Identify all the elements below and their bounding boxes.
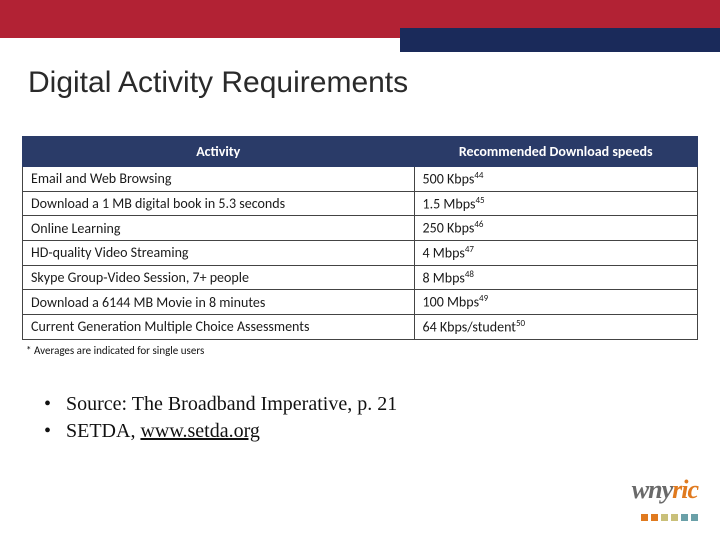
col-activity: Activity (23, 137, 415, 167)
cell-speed: 1.5 Mbps45 (414, 191, 698, 216)
cell-activity: HD-quality Video Streaming (23, 240, 415, 265)
cell-activity: Download a 6144 MB Movie in 8 minutes (23, 290, 415, 315)
table-row: Skype Group-Video Session, 7+ people8 Mb… (23, 265, 698, 290)
header-bar (0, 0, 720, 38)
cell-speed: 500 Kbps44 (414, 167, 698, 192)
cell-speed: 8 Mbps48 (414, 265, 698, 290)
source-text: Source: The Broadband Imperative, p. 21 (66, 393, 397, 415)
table-row: Current Generation Multiple Choice Asses… (23, 314, 698, 339)
table-footnote: * Averages are indicated for single user… (26, 344, 698, 357)
org-label: SETDA, (66, 420, 140, 442)
slide-title: Digital Activity Requirements (28, 66, 720, 100)
wnyric-logo: wnyric (632, 475, 698, 526)
table-row: Email and Web Browsing500 Kbps44 (23, 167, 698, 192)
logo-dot (681, 514, 688, 521)
cell-activity: Skype Group-Video Session, 7+ people (23, 265, 415, 290)
logo-dot (651, 514, 658, 521)
footnote-ref: 49 (479, 293, 488, 304)
cell-speed: 100 Mbps49 (414, 290, 698, 315)
footnote-ref: 50 (516, 318, 525, 329)
cell-activity: Online Learning (23, 216, 415, 241)
source-line: Source: The Broadband Imperative, p. 21 (44, 391, 720, 418)
table-row: Download a 1 MB digital book in 5.3 seco… (23, 191, 698, 216)
cell-activity: Current Generation Multiple Choice Asses… (23, 314, 415, 339)
org-link[interactable]: www.setda.org (140, 420, 259, 442)
source-list: Source: The Broadband Imperative, p. 21 … (44, 391, 720, 445)
cell-speed: 4 Mbps47 (414, 240, 698, 265)
logo-dots (632, 507, 698, 526)
cell-speed: 250 Kbps46 (414, 216, 698, 241)
table-row: Online Learning250 Kbps46 (23, 216, 698, 241)
table-row: Download a 6144 MB Movie in 8 minutes100… (23, 290, 698, 315)
requirements-table: Activity Recommended Download speeds Ema… (22, 136, 698, 357)
footnote-ref: 44 (474, 170, 483, 181)
logo-dot (661, 514, 668, 521)
cell-activity: Download a 1 MB digital book in 5.3 seco… (23, 191, 415, 216)
logo-text: wnyric (632, 475, 698, 505)
logo-dot (671, 514, 678, 521)
table-row: HD-quality Video Streaming4 Mbps47 (23, 240, 698, 265)
header-accent (400, 28, 720, 52)
footnote-ref: 46 (474, 219, 483, 230)
logo-dot (641, 514, 648, 521)
footnote-ref: 45 (475, 195, 484, 206)
org-line: SETDA, www.setda.org (44, 418, 720, 445)
col-speed: Recommended Download speeds (414, 137, 698, 167)
footnote-ref: 48 (465, 269, 474, 280)
cell-activity: Email and Web Browsing (23, 167, 415, 192)
footnote-ref: 47 (465, 244, 474, 255)
logo-dot (691, 514, 698, 521)
cell-speed: 64 Kbps/student50 (414, 314, 698, 339)
